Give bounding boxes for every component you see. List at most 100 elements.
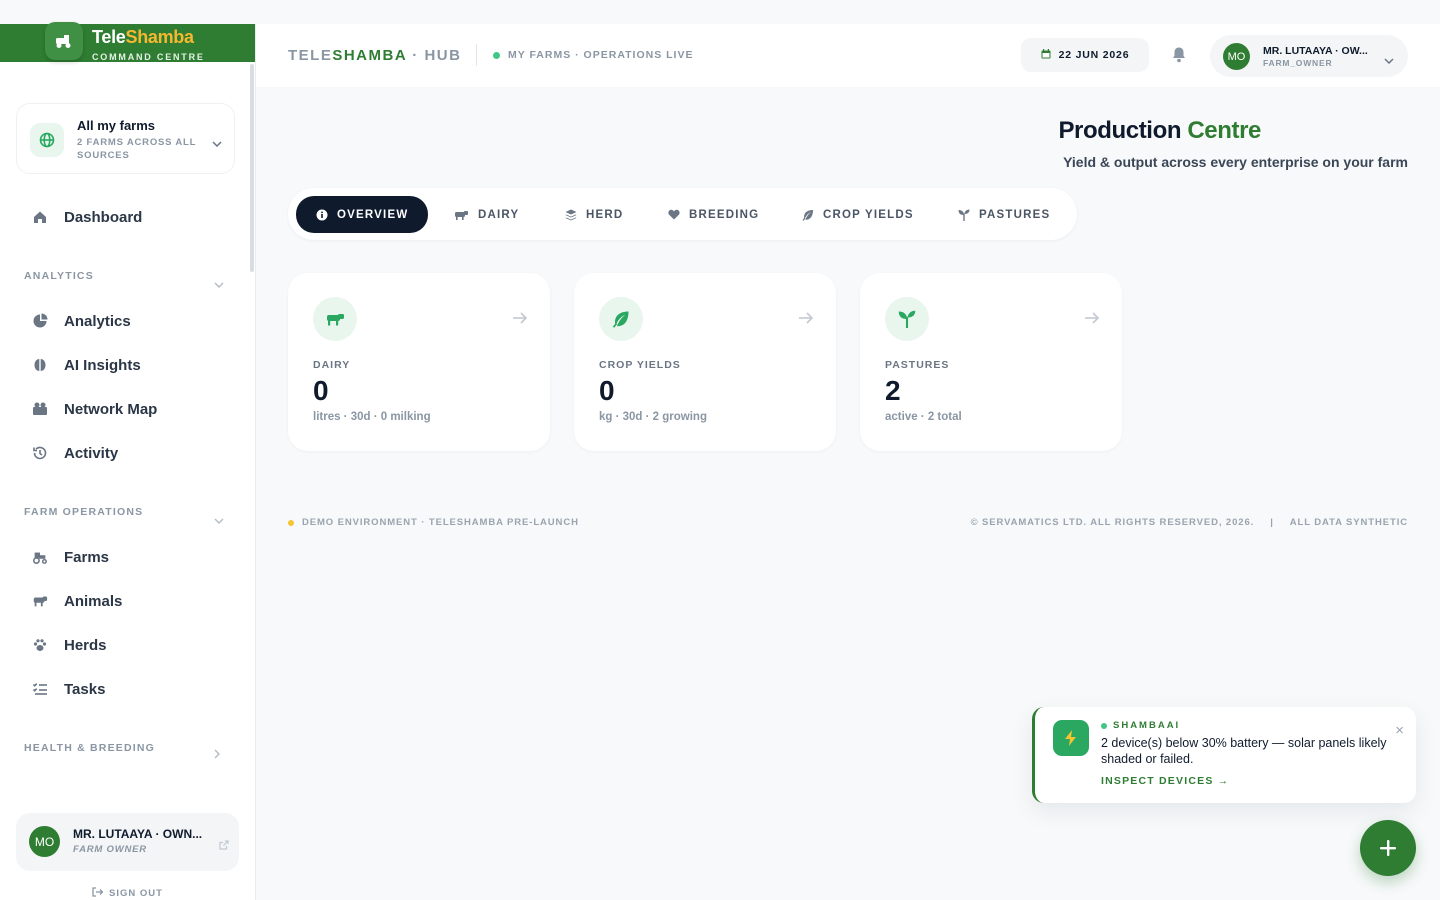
tab-label: OVERVIEW — [337, 208, 409, 221]
brand-subtitle: COMMAND CENTRE — [92, 52, 205, 62]
farm-selector-title: All my farms — [77, 118, 156, 133]
card-note: active · 2 total — [885, 411, 962, 423]
tab-dairy[interactable]: DAIRY — [454, 196, 519, 233]
external-link-icon[interactable] — [219, 837, 229, 855]
page-title-part1: Production — [1058, 117, 1188, 144]
live-status-label: MY FARMS · OPERATIONS LIVE — [508, 49, 694, 61]
section-header-farm-operations[interactable]: FARM OPERATIONS — [24, 506, 143, 518]
summary-card-pastures[interactable]: PASTURES 2 active · 2 total — [860, 273, 1122, 451]
card-value: 0 — [313, 375, 329, 406]
footer-legal: © SERVAMATICS LTD. ALL RIGHTS RESERVED, … — [971, 517, 1408, 528]
tab-herd[interactable]: HERD — [565, 196, 623, 233]
account-role: FARM_OWNER — [1263, 58, 1333, 68]
farm-selector-subtitle: 2 FARMS ACROSS ALL SOURCES — [77, 137, 197, 161]
sidebar-item-herds[interactable]: Herds — [32, 635, 107, 655]
leaf-icon — [599, 297, 643, 341]
sidebar-item-dashboard[interactable]: Dashboard — [32, 207, 142, 227]
user-role: FARM OWNER — [73, 844, 147, 855]
cow-icon — [313, 297, 357, 341]
sign-out-label: SIGN OUT — [109, 888, 163, 899]
close-icon[interactable]: × — [1395, 723, 1404, 738]
sprout-icon — [958, 209, 970, 221]
farm-selector[interactable]: All my farms 2 FARMS ACROSS ALL SOURCES — [16, 103, 235, 174]
sidebar-item-analytics[interactable]: Analytics — [32, 311, 131, 331]
sidebar-item-tasks[interactable]: Tasks — [32, 679, 105, 699]
inspect-devices-link[interactable]: INSPECT DEVICES → — [1101, 775, 1229, 787]
sidebar-item-farms[interactable]: Farms — [32, 547, 109, 567]
hub-title-part3: · HUB — [406, 47, 462, 64]
sidebar-item-label: Farms — [64, 548, 110, 566]
cow-icon — [454, 209, 469, 221]
avatar: MO — [1223, 43, 1250, 70]
bell-icon[interactable] — [1171, 46, 1187, 68]
brand-header: TeleShamba COMMAND CENTRE — [0, 22, 255, 62]
summary-card-crop-yields[interactable]: CROP YIELDS 0 kg · 30d · 2 growing — [574, 273, 836, 451]
heart-icon — [668, 209, 680, 220]
card-label: PASTURES — [885, 359, 950, 371]
tractor-logo-icon — [45, 22, 83, 60]
pie-chart-icon — [32, 313, 48, 329]
bolt-icon — [1053, 720, 1089, 756]
sign-out-button[interactable]: SIGN OUT — [92, 887, 163, 900]
sidebar-item-animals[interactable]: Animals — [32, 591, 122, 611]
info-icon — [316, 209, 328, 221]
tractor-icon — [32, 549, 48, 565]
section-header-analytics[interactable]: ANALYTICS — [24, 270, 94, 282]
toast-source-label: SHAMBAAI — [1113, 720, 1181, 731]
tab-overview[interactable]: OVERVIEW — [296, 196, 429, 233]
sidebar: TeleShamba COMMAND CENTRE All my farms 2… — [0, 22, 256, 900]
sidebar-item-label: Tasks — [64, 680, 106, 698]
hub-title-part2: SHAMBA — [332, 47, 407, 64]
sidebar-item-activity[interactable]: Activity — [32, 443, 118, 463]
card-value: 2 — [885, 375, 901, 406]
card-note: kg · 30d · 2 growing — [599, 411, 707, 423]
account-menu[interactable]: MO MR. LUTAAYA · OW... FARM_OWNER — [1210, 35, 1408, 77]
user-name: MR. LUTAAYA · OWN... — [73, 827, 203, 841]
calendar-icon — [1041, 48, 1051, 62]
sidebar-item-label: Network Map — [64, 400, 158, 418]
summary-card-dairy[interactable]: DAIRY 0 litres · 30d · 0 milking — [288, 273, 550, 451]
date-label: 22 JUN 2026 — [1058, 49, 1130, 61]
sidebar-item-ai-insights[interactable]: AI Insights — [32, 355, 141, 375]
leaf-icon — [802, 209, 814, 221]
tab-label: HERD — [586, 208, 624, 221]
brand-name-part2: Shamba — [125, 27, 194, 47]
arrow-right-icon[interactable] — [1084, 311, 1100, 329]
section-header-health-breeding[interactable]: HEALTH & BREEDING — [24, 742, 155, 754]
card-note: litres · 30d · 0 milking — [313, 411, 431, 423]
demo-dot — [288, 519, 294, 526]
tab-crop-yields[interactable]: CROP YIELDS — [802, 196, 914, 233]
chevron-right-icon[interactable] — [214, 746, 220, 764]
tab-label: PASTURES — [979, 208, 1051, 221]
chevron-down-icon[interactable] — [214, 275, 224, 293]
top-bar: TELESHAMBA · HUB MY FARMS · OPERATIONS L… — [256, 24, 1440, 87]
sidebar-scrollbar[interactable] — [250, 64, 254, 272]
live-status: MY FARMS · OPERATIONS LIVE — [493, 49, 693, 61]
demo-environment-notice: DEMO ENVIRONMENT · TELESHAMBA PRE-LAUNCH — [288, 517, 579, 528]
brand-name: TeleShamba — [92, 27, 194, 48]
tab-pastures[interactable]: PASTURES — [958, 196, 1050, 233]
demo-label: DEMO ENVIRONMENT · TELESHAMBA PRE-LAUNCH — [302, 517, 579, 528]
toast-message: 2 device(s) below 30% battery — solar pa… — [1101, 736, 1387, 766]
history-icon — [32, 445, 48, 461]
tab-label: CROP YIELDS — [823, 208, 914, 221]
chevron-down-icon[interactable] — [214, 511, 224, 529]
sidebar-item-label: AI Insights — [64, 356, 141, 374]
copyright: © SERVAMATICS LTD. ALL RIGHTS RESERVED, … — [970, 517, 1255, 528]
add-fab-button[interactable] — [1360, 820, 1416, 876]
toast-source-dot — [1101, 722, 1107, 729]
globe-icon — [30, 123, 64, 157]
card-label: DAIRY — [313, 359, 351, 371]
sidebar-item-network-map[interactable]: Network Map — [32, 399, 157, 419]
sidebar-user-card[interactable]: MO MR. LUTAAYA · OWN... FARM OWNER — [16, 813, 239, 871]
hub-title: TELESHAMBA · HUB — [288, 47, 461, 64]
notification-toast: SHAMBAAI 2 device(s) below 30% battery —… — [1032, 707, 1416, 803]
date-picker-button[interactable]: 22 JUN 2026 — [1021, 38, 1149, 72]
hub-title-part1: TELE — [288, 47, 333, 64]
brain-icon — [32, 357, 48, 373]
sidebar-item-label: Activity — [64, 444, 119, 462]
arrow-right-icon[interactable] — [798, 311, 814, 329]
tab-breeding[interactable]: BREEDING — [668, 196, 759, 233]
tab-label: BREEDING — [689, 208, 760, 221]
arrow-right-icon[interactable] — [512, 311, 528, 329]
